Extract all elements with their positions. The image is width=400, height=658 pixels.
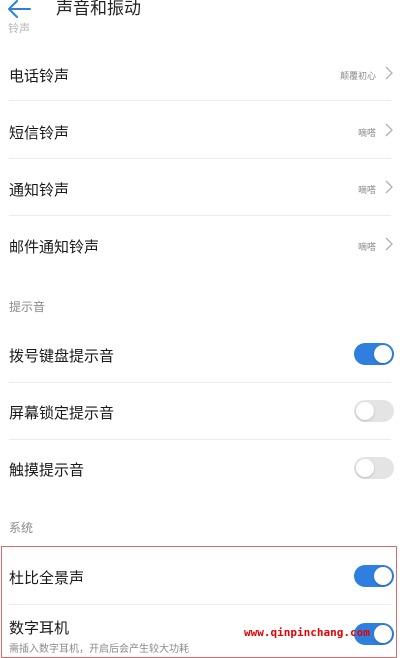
toggle-knob (374, 567, 392, 585)
divider (9, 382, 391, 383)
chevron-right-icon (385, 123, 393, 137)
section-title-ringtones: 铃声 (8, 22, 30, 35)
settings-row-screen-lock-tone: 屏幕锁定提示音 (0, 397, 400, 427)
row-label: 屏幕锁定提示音 (9, 404, 115, 422)
toggle-knob (374, 625, 392, 643)
back-arrow-icon[interactable] (6, 0, 32, 20)
divider (9, 215, 391, 216)
row-label: 数字耳机 (9, 619, 70, 637)
row-value: 颠覆初心 (339, 72, 376, 82)
screen-lock-tone-toggle[interactable] (354, 400, 394, 422)
toggle-knob (356, 402, 374, 420)
toggle-knob (374, 345, 392, 363)
watermark-text: www.qinpinchang.com (244, 626, 370, 639)
row-label: 邮件通知铃声 (9, 238, 100, 256)
settings-row-dialpad-tone: 拨号键盘提示音 (0, 340, 400, 370)
row-value: 嘀嗒 (357, 186, 376, 196)
chevron-right-icon (385, 66, 393, 80)
row-label: 杜比全景声 (9, 569, 85, 587)
chevron-right-icon (385, 237, 393, 251)
row-label: 电话铃声 (9, 67, 70, 85)
row-label: 通知铃声 (9, 181, 70, 199)
touch-tone-toggle[interactable] (354, 457, 394, 479)
row-label: 触摸提示音 (9, 461, 85, 479)
divider (9, 158, 391, 159)
section-title-tones: 提示音 (9, 300, 46, 314)
settings-row-notification-ringtone[interactable]: 通知铃声 嘀嗒 (0, 174, 400, 204)
row-label: 短信铃声 (9, 124, 70, 142)
row-value: 嘀嗒 (357, 129, 376, 139)
header-bar: 声音和振动 (0, 0, 400, 30)
page-title: 声音和振动 (56, 0, 141, 19)
divider (9, 604, 391, 605)
settings-row-phone-ringtone[interactable]: 电话铃声 颠覆初心 (0, 60, 400, 90)
row-value: 嘀嗒 (357, 243, 376, 253)
dolby-atmos-toggle[interactable] (354, 565, 394, 587)
settings-row-sms-ringtone[interactable]: 短信铃声 嘀嗒 (0, 117, 400, 147)
settings-row-dolby-atmos: 杜比全景声 (0, 562, 400, 592)
toggle-knob (356, 459, 374, 477)
settings-row-email-ringtone[interactable]: 邮件通知铃声 嘀嗒 (0, 231, 400, 261)
row-label: 拨号键盘提示音 (9, 347, 115, 365)
divider (9, 439, 391, 440)
dialpad-tone-toggle[interactable] (354, 343, 394, 365)
divider (9, 100, 391, 101)
settings-row-touch-tone: 触摸提示音 (0, 454, 400, 484)
section-title-system: 系统 (9, 521, 34, 535)
chevron-right-icon (385, 180, 393, 194)
